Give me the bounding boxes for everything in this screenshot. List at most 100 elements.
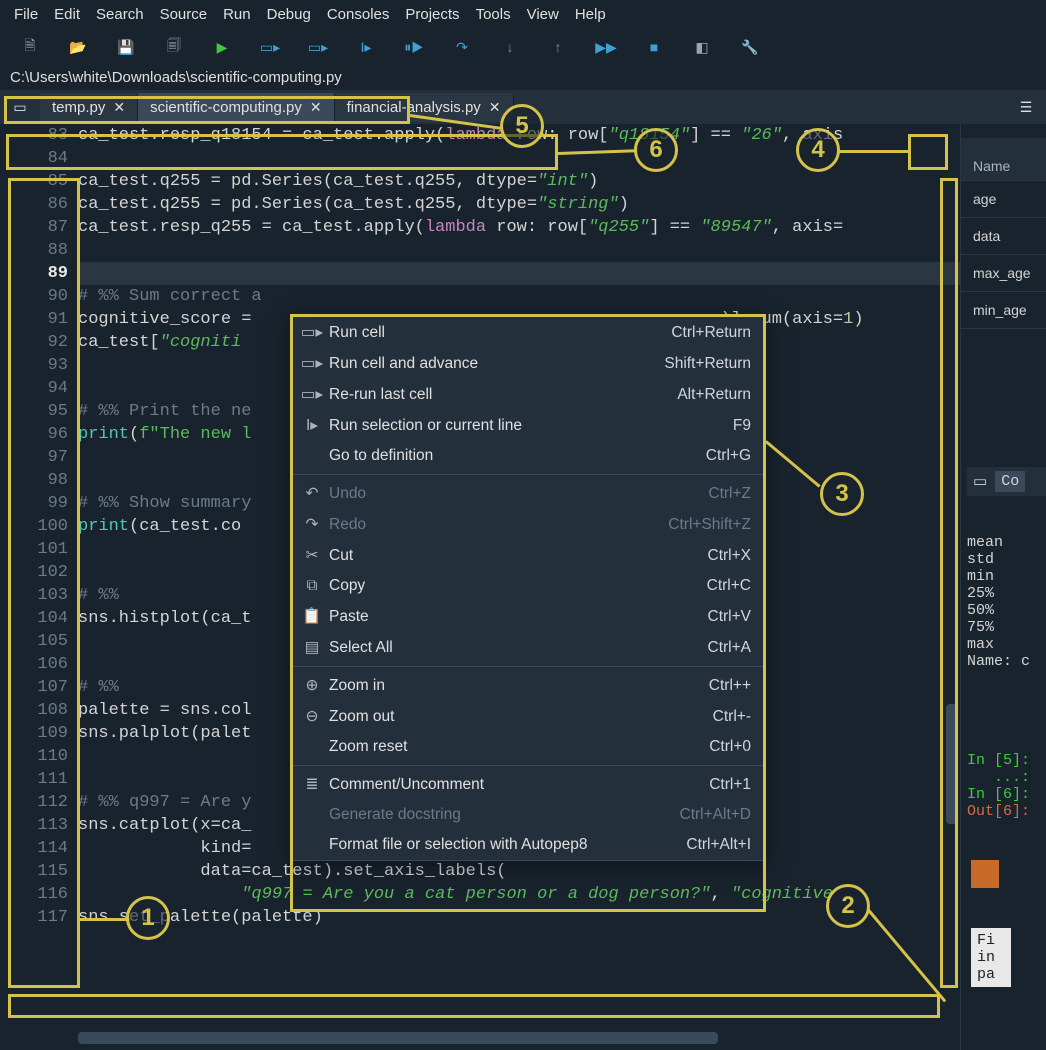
console-output-line: min	[967, 568, 1046, 585]
menu-item-icon: ⊕	[303, 676, 321, 695]
panel-icon[interactable]: ▭	[0, 99, 40, 116]
step-over-icon[interactable]: ↷	[452, 37, 472, 57]
menu-item[interactable]: Zoom reset Ctrl+0	[293, 732, 763, 762]
menu-item-shortcut: Ctrl+Shift+Z	[668, 516, 751, 534]
console-output-line: 75%	[967, 619, 1046, 636]
layout-icon[interactable]: ◧	[692, 37, 712, 57]
menu-consoles[interactable]: Consoles	[321, 4, 396, 25]
tab-label: scientific-computing.py	[150, 99, 302, 116]
console-output-line: max	[967, 636, 1046, 653]
menu-item-label: Format file or selection with Autopep8	[329, 836, 678, 854]
menu-item[interactable]: ▭▸Run cellCtrl+Return	[293, 317, 763, 348]
menu-file[interactable]: File	[8, 4, 44, 25]
menu-item-label: Generate docstring	[329, 806, 672, 824]
run-cell-icon[interactable]: ▭▸	[260, 37, 280, 57]
preferences-icon[interactable]: 🔧	[740, 37, 760, 57]
menu-item-label: Zoom reset	[329, 738, 701, 756]
menu-item-shortcut: Shift+Return	[664, 355, 751, 373]
editor-tab-bar: ▭ temp.py✕scientific-computing.py✕financ…	[0, 90, 1046, 124]
console-output-line: 50%	[967, 602, 1046, 619]
new-file-icon[interactable]: 🗎	[20, 37, 40, 57]
tab-options-icon[interactable]: ☰	[1012, 94, 1040, 120]
close-icon[interactable]: ✕	[113, 99, 125, 116]
main-toolbar: 🗎 📂 💾 🗐 ▶ ▭▸ ▭▸ I▸ ⏸▶ ↷ ↓ ↑ ▶▶ ■ ◧ 🔧	[0, 29, 1046, 65]
console-tab[interactable]: Co	[995, 471, 1025, 492]
menu-item[interactable]: ≣Comment/UncommentCtrl+1	[293, 769, 763, 800]
menu-item-shortcut: Ctrl+V	[708, 608, 752, 626]
run-icon[interactable]: ▶	[212, 37, 232, 57]
ipython-console[interactable]: ▭Co meanstdmin25%50%75%maxName: c In [5]…	[961, 429, 1046, 1021]
editor-context-menu: ▭▸ Run cell Ctrl+Return ▭▸Run cell and adva…	[292, 316, 764, 861]
menu-item[interactable]: ⊖Zoom outCtrl+-	[293, 701, 763, 732]
run-selection-icon[interactable]: I▸	[356, 37, 376, 57]
debug-icon[interactable]: ⏸▶	[404, 37, 424, 57]
variable-row[interactable]: age	[961, 181, 1046, 218]
step-out-icon[interactable]: ↑	[548, 37, 568, 57]
variable-row[interactable]: data	[961, 218, 1046, 255]
variable-explorer-header[interactable]: Name	[961, 138, 1046, 181]
menu-item[interactable]: ▭▸Run cell and advanceShift+Return	[293, 348, 763, 379]
menu-item-label: Paste	[329, 608, 700, 626]
menu-item[interactable]: 📋PasteCtrl+V	[293, 601, 763, 632]
menu-item-shortcut: Ctrl+Return	[671, 324, 751, 342]
menu-item-label: Redo	[329, 516, 660, 534]
console-output-line: Name: c	[967, 653, 1046, 670]
menu-projects[interactable]: Projects	[399, 4, 465, 25]
menu-item[interactable]: I▸Run selection or current lineF9	[293, 410, 763, 441]
close-icon[interactable]: ✕	[310, 99, 322, 116]
open-folder-icon[interactable]: 📂	[68, 37, 88, 57]
menu-item-label: Undo	[329, 485, 700, 503]
menu-item-shortcut: Ctrl+X	[708, 547, 752, 565]
run-cell-advance-icon[interactable]: ▭▸	[308, 37, 328, 57]
menu-item: ↷ Redo Ctrl+Shift+Z	[293, 509, 763, 540]
editor-tab[interactable]: scientific-computing.py ✕	[138, 93, 334, 122]
console-line: ...:	[967, 769, 1046, 786]
menu-item[interactable]: ▭▸Re-run last cellAlt+Return	[293, 379, 763, 410]
vertical-scrollbar[interactable]	[946, 304, 958, 1004]
menu-item-icon: ⧉	[303, 577, 321, 595]
menu-item-label: Re-run last cell	[329, 386, 669, 404]
menu-help[interactable]: Help	[569, 4, 612, 25]
menu-item[interactable]: ⧉CopyCtrl+C	[293, 571, 763, 601]
menu-item[interactable]: ▤Select AllCtrl+A	[293, 632, 763, 663]
variable-row[interactable]: max_age	[961, 255, 1046, 292]
menu-view[interactable]: View	[521, 4, 565, 25]
editor-tab[interactable]: financial-analysis.py✕	[335, 93, 514, 122]
menu-item-shortcut: Ctrl+1	[709, 776, 751, 794]
menu-item-label: Go to definition	[329, 447, 698, 465]
menu-source[interactable]: Source	[154, 4, 214, 25]
menu-tools[interactable]: Tools	[470, 4, 517, 25]
console-line: In [6]:	[967, 786, 1046, 803]
menu-item[interactable]: Go to definitionCtrl+G	[293, 441, 763, 471]
stop-icon[interactable]: ■	[644, 37, 664, 57]
side-panel: Name agedatamax_agemin_age ▭Co meanstdmi…	[960, 124, 1046, 1050]
menu-debug[interactable]: Debug	[261, 4, 317, 25]
horizontal-scrollbar[interactable]	[8, 1030, 952, 1046]
editor-tab[interactable]: temp.py✕	[40, 93, 138, 122]
menu-edit[interactable]: Edit	[48, 4, 86, 25]
menu-search[interactable]: Search	[90, 4, 150, 25]
menu-item-icon: ✂	[303, 546, 321, 565]
step-into-icon[interactable]: ↓	[500, 37, 520, 57]
menu-item[interactable]: Format file or selection with Autopep8Ct…	[293, 830, 763, 860]
menu-item-label: Cut	[329, 547, 700, 565]
menu-item-label: Comment/Uncomment	[329, 776, 701, 794]
menu-item-icon: ▭▸	[303, 385, 321, 404]
menu-run[interactable]: Run	[217, 4, 257, 25]
menu-item[interactable]: ✂ Cut Ctrl+X	[293, 540, 763, 571]
save-all-icon[interactable]: 🗐	[164, 37, 184, 57]
console-output-line: mean	[967, 534, 1046, 551]
menu-item-icon: I▸	[303, 416, 321, 435]
menu-item[interactable]: ⊕Zoom inCtrl++	[293, 670, 763, 701]
save-icon[interactable]: 💾	[116, 37, 136, 57]
console-line: Out[6]:	[967, 803, 1046, 820]
menu-item-icon: ⊖	[303, 707, 321, 726]
console-panel-icon[interactable]: ▭	[973, 472, 987, 491]
close-icon[interactable]: ✕	[489, 99, 501, 116]
menu-item-icon: ↷	[303, 515, 321, 534]
continue-icon[interactable]: ▶▶	[596, 37, 616, 57]
menu-item-label: Run cell	[329, 324, 663, 342]
menu-item-label: Run selection or current line	[329, 417, 725, 435]
variable-row[interactable]: min_age	[961, 292, 1046, 329]
menu-item-shortcut: Ctrl+0	[709, 738, 751, 756]
